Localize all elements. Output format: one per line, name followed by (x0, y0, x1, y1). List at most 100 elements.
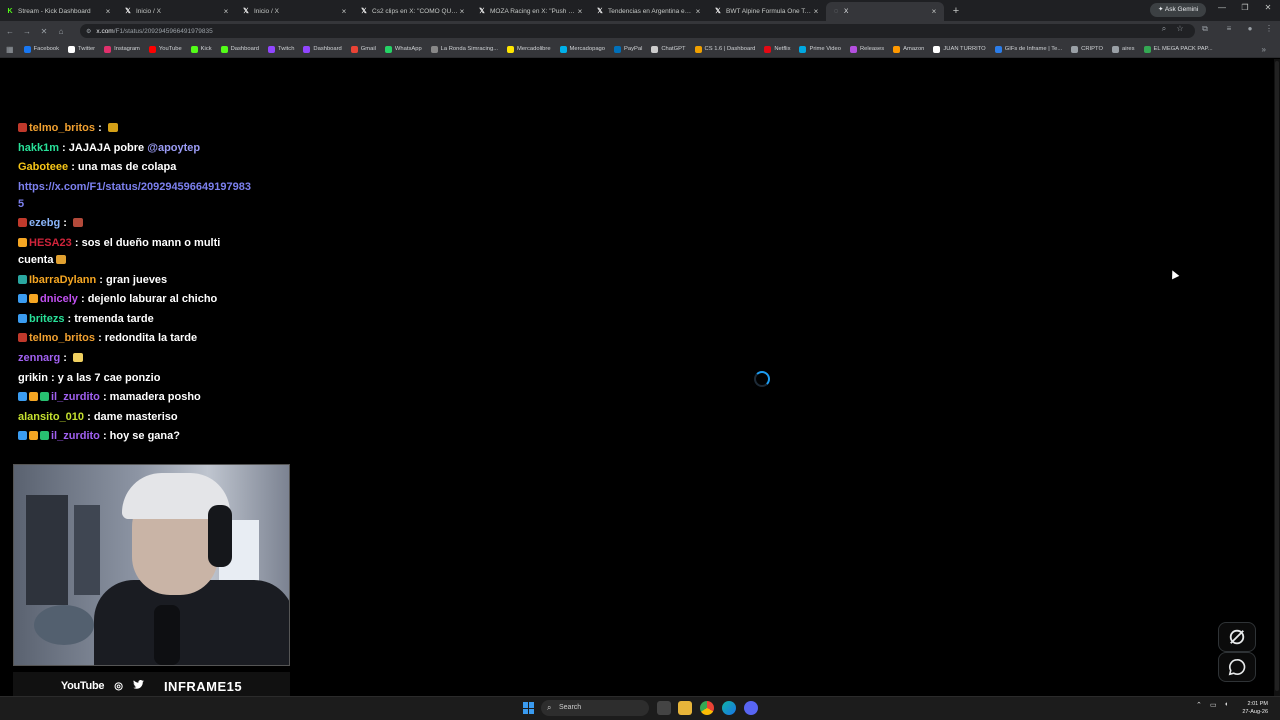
close-window-button[interactable]: ✕ (1258, 3, 1278, 12)
bookmark-item[interactable]: GIFs de Inframe | Te... (994, 45, 1062, 53)
volume-icon[interactable]: ◖ (1224, 701, 1228, 708)
browser-tab[interactable]: 𝕏 BWT Alpine Formula One Team × (708, 2, 826, 21)
chat-text: hoy se gana? (109, 430, 180, 443)
chat-username[interactable]: britezs (29, 313, 64, 325)
bookmark-item[interactable]: Twitch (267, 45, 294, 53)
grok-button[interactable] (1218, 622, 1256, 652)
bookmark-item[interactable]: Dashboard (220, 45, 259, 53)
bookmark-item[interactable]: Amazon (893, 45, 924, 53)
forward-icon[interactable]: → (20, 27, 34, 36)
bookmark-item[interactable]: JUAN TURRITO (933, 45, 986, 53)
home-icon[interactable]: ⌂ (54, 27, 68, 36)
media-icon[interactable]: ≡ (1222, 24, 1236, 33)
chat-username[interactable]: IbarraDylann (29, 274, 96, 286)
apps-icon[interactable]: ▦ (6, 45, 14, 54)
bookmark-item[interactable]: Prime Video (799, 45, 841, 53)
new-tab-button[interactable]: + (948, 3, 964, 19)
bookmark-item[interactable]: YouTube (148, 45, 182, 53)
bookmark-item[interactable]: PayPal (614, 45, 643, 53)
bookmark-favicon-icon (1143, 45, 1151, 53)
address-bar[interactable]: ⚙ x.com/F1/status/2092945966491979835 (80, 24, 1195, 38)
bookmark-item[interactable]: Netflix (764, 45, 790, 53)
bookmark-item[interactable]: Instagram (104, 45, 140, 53)
maximize-button[interactable]: ❐ (1235, 3, 1255, 12)
edge-icon[interactable] (722, 701, 736, 715)
tab-close-icon[interactable]: × (458, 7, 466, 16)
back-icon[interactable]: ← (3, 27, 17, 36)
scrollbar[interactable] (1274, 59, 1280, 696)
tab-close-icon[interactable]: × (930, 7, 938, 16)
tab-close-icon[interactable]: × (576, 7, 584, 16)
bookmark-item[interactable]: Twitter (68, 45, 96, 53)
chat-username[interactable]: dnicely (40, 293, 78, 305)
bookmark-label: Dashboard (313, 46, 342, 52)
bookmark-item[interactable]: La Ronda Simracing... (430, 45, 498, 53)
tab-close-icon[interactable]: × (694, 7, 702, 16)
task-view-icon[interactable] (657, 701, 671, 715)
bookmark-label: Dashboard (230, 46, 259, 52)
chat-username[interactable]: alansito_010 (18, 411, 84, 423)
chrome-icon[interactable] (700, 701, 714, 715)
scrollbar-thumb[interactable] (1275, 61, 1279, 691)
browser-tab[interactable]: 𝕏 Inicio / X × (118, 2, 236, 21)
menu-icon[interactable]: ⋮ (1262, 24, 1276, 33)
browser-tab[interactable]: ◌ X × (826, 2, 944, 21)
taskbar-search[interactable]: ⌕ Search (541, 700, 649, 716)
bookmark-item[interactable]: EL MEGA PACK PAP... (1143, 45, 1213, 53)
bookmark-item[interactable]: WhatsApp (384, 45, 422, 53)
chat-link[interactable]: https://x.com/F1/status/2092945966491979… (18, 181, 251, 210)
tab-close-icon[interactable]: × (812, 7, 820, 16)
site-info-icon[interactable]: ⚙ (86, 28, 91, 35)
chat-username[interactable]: grikin (18, 372, 48, 384)
bookmark-item[interactable]: Facebook (23, 45, 59, 53)
chat-mention[interactable]: @apoytep (147, 142, 200, 154)
chat-username[interactable]: zennarg (18, 352, 60, 364)
ask-gemini-button[interactable]: ✦ Ask Gemini (1150, 3, 1207, 17)
bookmark-item[interactable]: Dashboard (303, 45, 342, 53)
minimize-button[interactable]: — (1212, 3, 1232, 12)
chat-username[interactable]: ezebg (29, 217, 60, 229)
taskbar-clock[interactable]: 2:01 PM 27-Aug-26 (1238, 700, 1268, 716)
bookmark-item[interactable]: Kick (190, 45, 212, 53)
browser-tab[interactable]: 𝕏 MOZA Racing en X: "Push the li × (472, 2, 590, 21)
bookmark-label: Twitter (78, 46, 96, 52)
profile-avatar[interactable]: ● (1243, 24, 1257, 33)
network-icon[interactable]: ▭ (1210, 701, 1217, 709)
bookmark-item[interactable]: aires (1111, 45, 1135, 53)
extensions-icon[interactable]: ⧉ (1198, 24, 1212, 34)
tray-overflow-icon[interactable]: ⌃ (1196, 701, 1202, 709)
bookmark-item[interactable]: CS 1.6 | Dashboard (694, 45, 755, 53)
chat-username[interactable]: HESA23 (29, 237, 72, 249)
chat-username[interactable]: il_zurdito (51, 391, 100, 403)
tab-close-icon[interactable]: × (222, 7, 230, 16)
chat-username[interactable]: hakk1m (18, 142, 59, 154)
bookmark-favicon-icon (1071, 45, 1079, 53)
browser-tab[interactable]: 𝕏 Tendencias en Argentina en X × (590, 2, 708, 21)
stop-icon[interactable]: ✕ (37, 27, 51, 36)
browser-tab[interactable]: 𝕏 Inicio / X × (236, 2, 354, 21)
browser-tab[interactable]: 𝕏 Cs2 clips en X: "COMO QUE EL × (354, 2, 472, 21)
bookmark-label: PayPal (624, 46, 643, 52)
bookmark-item[interactable]: CRIPTO (1071, 45, 1103, 53)
bookmark-item[interactable]: Mercadopago (559, 45, 605, 53)
file-explorer-icon[interactable] (678, 701, 692, 715)
messages-button[interactable] (1218, 652, 1256, 682)
bookmark-star-icon[interactable]: ☆ (1173, 24, 1187, 33)
bookmark-item[interactable]: Mercadolibre (507, 45, 551, 53)
bookmarks-more-icon[interactable]: » (1262, 45, 1266, 54)
headset (208, 505, 232, 567)
bookmark-item[interactable]: Releases (849, 45, 884, 53)
chat-username[interactable]: telmo_britos (29, 122, 95, 134)
zoom-icon[interactable]: ⌕ (1157, 24, 1171, 34)
chat-badge-icon (18, 218, 27, 228)
bookmark-item[interactable]: Gmail (350, 45, 376, 53)
tab-close-icon[interactable]: × (104, 7, 112, 16)
chat-username[interactable]: Gaboteee (18, 161, 68, 173)
chat-username[interactable]: telmo_britos (29, 332, 95, 344)
browser-tab[interactable]: K Stream - Kick Dashboard × (0, 2, 118, 21)
discord-icon[interactable] (744, 701, 758, 715)
bookmark-item[interactable]: ChatGPT (651, 45, 686, 53)
chat-username[interactable]: il_zurdito (51, 430, 100, 442)
tab-close-icon[interactable]: × (340, 7, 348, 16)
start-button[interactable] (523, 702, 535, 714)
